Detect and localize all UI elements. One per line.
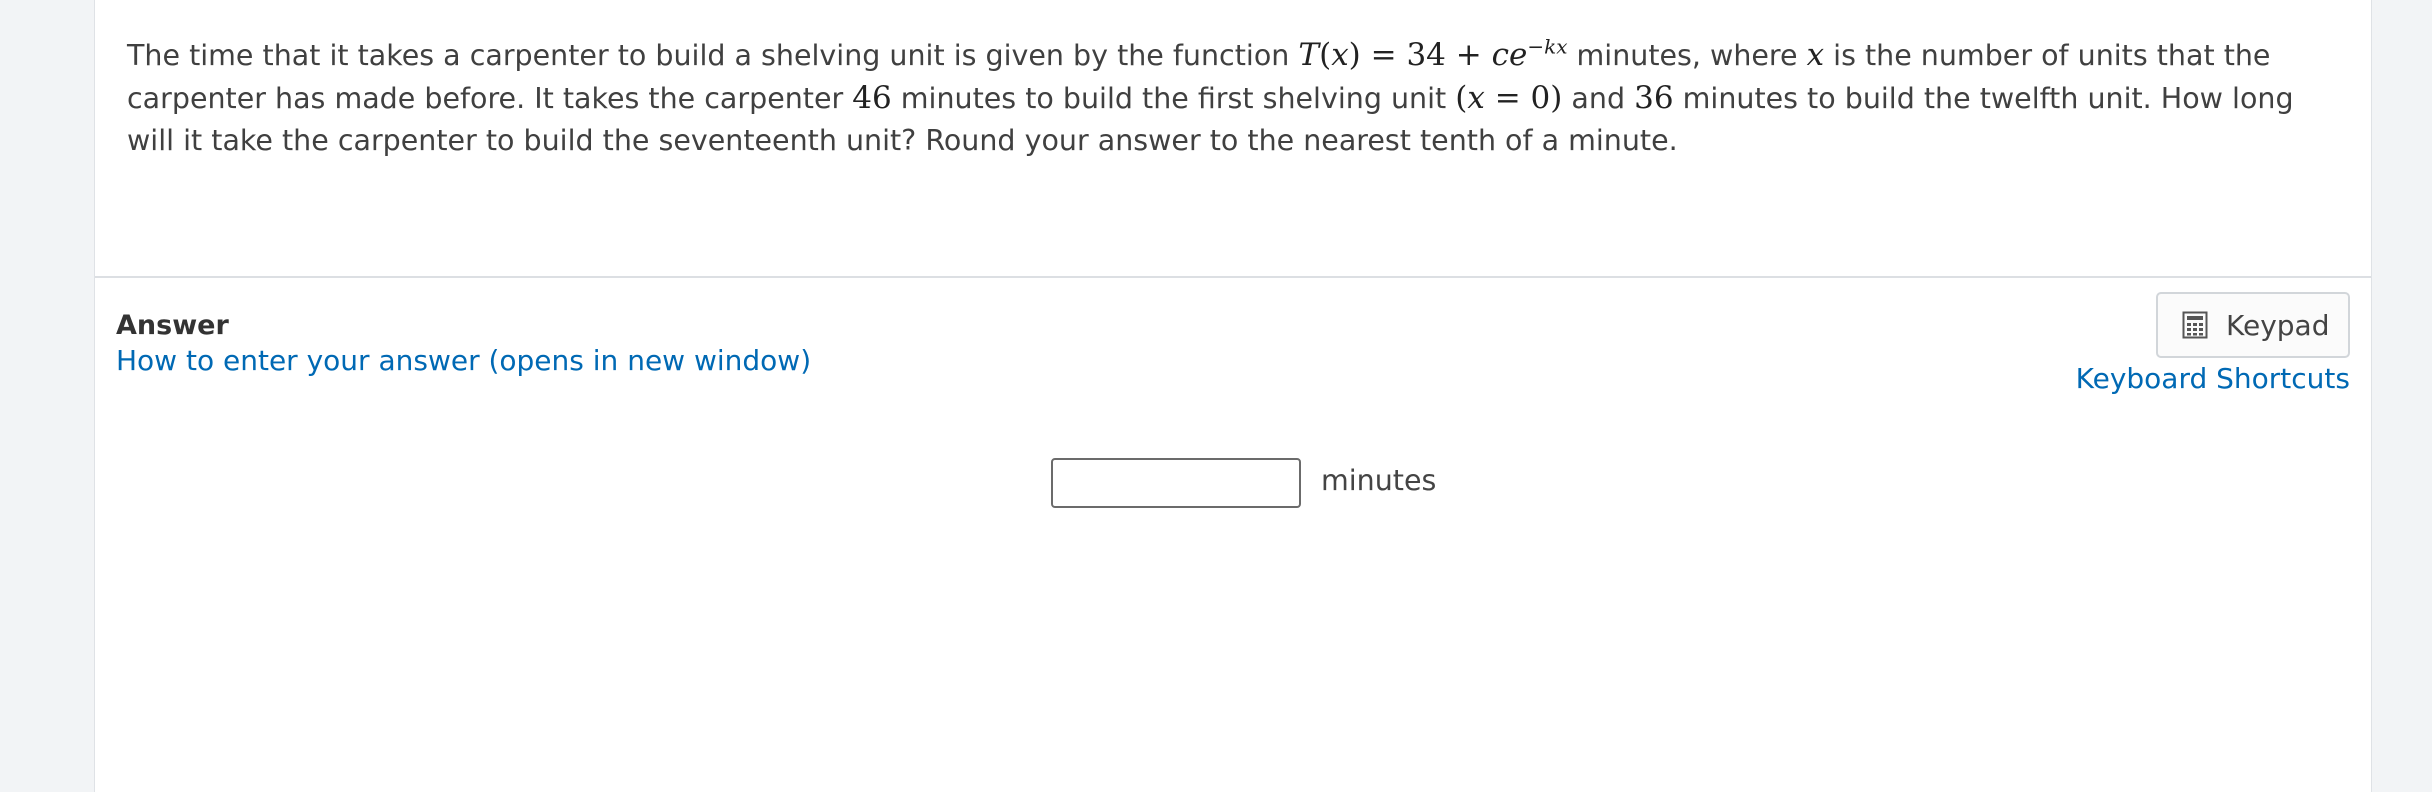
keyboard-shortcuts-link[interactable]: Keyboard Shortcuts [2076, 362, 2350, 395]
formula-coefficient: ce [1491, 37, 1528, 73]
question-text-part: and [1562, 82, 1635, 115]
question-text-part: minutes to build the first shelving unit [891, 82, 1456, 115]
condition-variable: x [1467, 80, 1485, 116]
question-text-part: The time that it takes a carpenter to bu… [127, 39, 1299, 72]
section-divider [95, 276, 2371, 278]
variable-x: x [1806, 37, 1825, 73]
calculator-icon [2182, 311, 2208, 339]
first-unit-condition: (x = 0) [1455, 80, 1563, 116]
answer-heading: Answer [116, 310, 229, 341]
answer-unit-label: minutes [1321, 464, 1437, 497]
formula-constant: 34 [1406, 37, 1446, 73]
formula-exponent: −kx [1527, 34, 1568, 59]
question-text-part: minutes, where [1567, 39, 1807, 72]
keypad-button[interactable]: Keypad [2156, 292, 2350, 358]
keypad-label: Keypad [2226, 308, 2330, 342]
question-card: The time that it takes a carpenter to bu… [94, 0, 2372, 792]
first-unit-minutes: 46 [852, 80, 892, 116]
function-formula: T(x) = 34 + ce−kx [1298, 34, 1568, 73]
answer-input[interactable] [1051, 458, 1301, 508]
formula-function-name: T [1298, 37, 1320, 73]
question-text: The time that it takes a carpenter to bu… [127, 34, 2347, 162]
twelfth-unit-minutes: 36 [1634, 80, 1674, 116]
condition-value: 0 [1530, 80, 1551, 116]
formula-variable: x [1331, 37, 1349, 73]
how-to-enter-answer-link[interactable]: How to enter your answer (opens in new w… [116, 344, 811, 377]
